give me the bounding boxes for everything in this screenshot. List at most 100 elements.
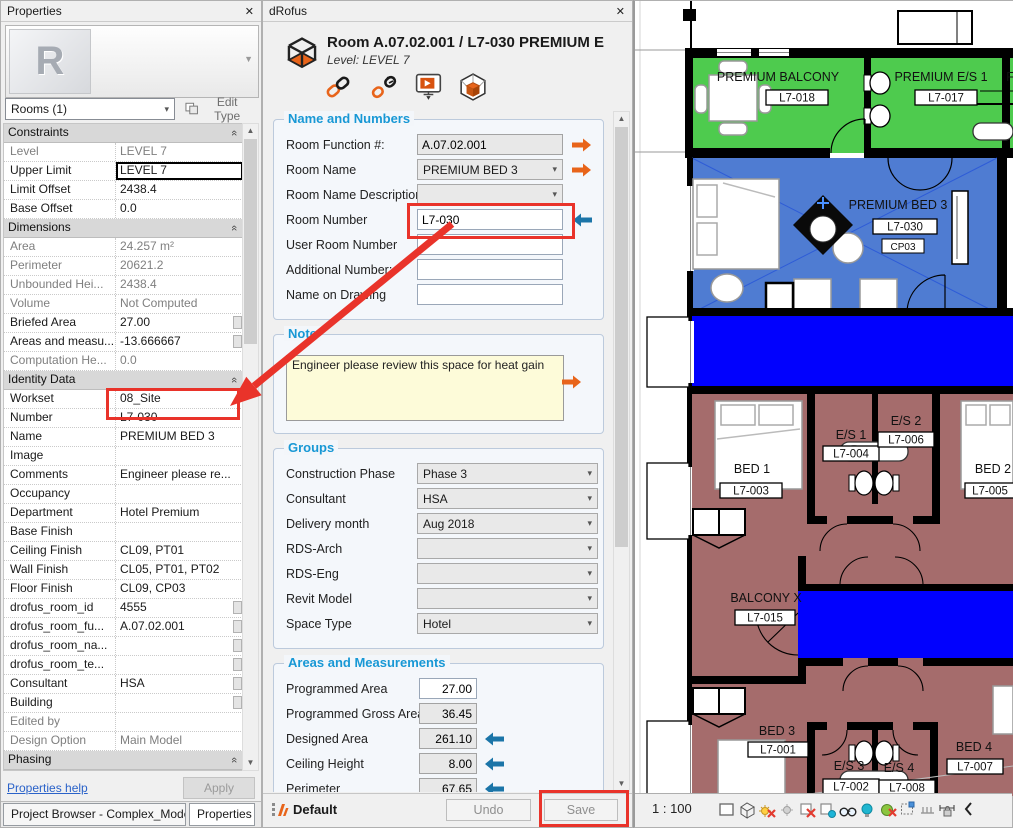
prop-value[interactable]: 27.00: [116, 314, 243, 332]
room-tag-es3[interactable]: L7-002: [833, 782, 869, 794]
visual-style-icon[interactable]: [720, 804, 733, 815]
ellipsis-button[interactable]: [233, 639, 242, 652]
prop-row-computation-he[interactable]: Computation He...0.0: [4, 352, 243, 371]
unlink-icon[interactable]: [369, 74, 399, 100]
push-arrow-icon[interactable]: [572, 138, 592, 152]
ellipsis-button[interactable]: [233, 335, 242, 348]
room-tag-bed2[interactable]: L7-005: [972, 486, 1008, 498]
prop-value[interactable]: [116, 485, 243, 503]
corridor2-region[interactable]: [798, 591, 1013, 658]
field-combo-delivery-month[interactable]: Aug 2018▾: [417, 513, 598, 534]
field-input-perimeter[interactable]: [419, 778, 477, 792]
field-input-ceiling-height[interactable]: [419, 753, 477, 774]
constraints-icon[interactable]: [921, 807, 934, 813]
apply-button[interactable]: Apply: [183, 777, 255, 799]
field-combo-construction-phase[interactable]: Phase 3▾: [417, 463, 598, 484]
prop-value[interactable]: 0.0: [116, 352, 243, 370]
prop-value[interactable]: 24.257 m²: [116, 238, 243, 256]
shadows-off-icon[interactable]: [781, 804, 793, 816]
prop-value[interactable]: Main Model: [116, 732, 243, 750]
graphic-display-icon[interactable]: [741, 803, 754, 818]
room-tag-bed4[interactable]: L7-007: [957, 762, 993, 774]
scrollbar-thumb[interactable]: [615, 127, 628, 547]
collapse-chevron-icon[interactable]: «: [225, 225, 243, 231]
pull-arrow-icon[interactable]: [572, 213, 592, 227]
prop-row-volume[interactable]: VolumeNot Computed: [4, 295, 243, 314]
crop-view-icon[interactable]: [801, 804, 815, 817]
drofus-titlebar[interactable]: dRofus ✕: [263, 1, 632, 22]
room-tag-bed3[interactable]: L7-001: [760, 745, 796, 757]
properties-grid[interactable]: Constraints«LevelLEVEL 7Upper LimitLEVEL…: [3, 123, 244, 771]
ellipsis-button[interactable]: [233, 316, 242, 329]
section-identity-data[interactable]: Identity Data«: [4, 371, 243, 390]
room-tag-balcony-x[interactable]: L7-015: [747, 613, 783, 625]
push-monitor-icon[interactable]: [415, 73, 443, 101]
prop-row-ceiling-finish[interactable]: Ceiling FinishCL09, PT01: [4, 542, 243, 561]
ellipsis-button[interactable]: [233, 620, 242, 633]
prop-value[interactable]: CL05, PT01, PT02: [116, 561, 243, 579]
prop-value[interactable]: [116, 637, 243, 655]
prop-row-number[interactable]: NumberL7-030: [4, 409, 243, 428]
section-dimensions[interactable]: Dimensions«: [4, 219, 243, 238]
prop-row-workset[interactable]: Workset08_Site: [4, 390, 243, 409]
section-constraints[interactable]: Constraints«: [4, 124, 243, 143]
prop-row-department[interactable]: DepartmentHotel Premium: [4, 504, 243, 523]
push-arrow-icon[interactable]: [572, 163, 592, 177]
prop-row-design-option[interactable]: Design OptionMain Model: [4, 732, 243, 751]
field-combo-consultant[interactable]: HSA▾: [417, 488, 598, 509]
scroll-up-icon[interactable]: ▲: [614, 112, 629, 126]
pull-arrow-icon[interactable]: [484, 732, 504, 746]
collapse-chevron-icon[interactable]: «: [225, 377, 243, 383]
prop-value[interactable]: [116, 694, 243, 712]
collapse-chevron-icon[interactable]: «: [225, 130, 243, 136]
prop-value[interactable]: [116, 523, 243, 541]
ellipsis-button[interactable]: [233, 696, 242, 709]
prop-value[interactable]: CL09, CP03: [116, 580, 243, 598]
prop-row-drofus-room-id[interactable]: drofus_room_id4555: [4, 599, 243, 618]
room-tag-premium-bed3[interactable]: L7-030: [887, 222, 923, 234]
worksharing-off-icon[interactable]: [882, 805, 897, 817]
prop-row-occupancy[interactable]: Occupancy: [4, 485, 243, 504]
edit-type-button[interactable]: Edit Type: [179, 98, 257, 120]
prop-value[interactable]: 0.0: [116, 200, 243, 218]
prop-value[interactable]: [116, 447, 243, 465]
prop-row-name[interactable]: NamePREMIUM BED 3: [4, 428, 243, 447]
prop-value[interactable]: HSA: [116, 675, 243, 693]
prop-value[interactable]: LEVEL 7: [116, 162, 243, 180]
room-tag-premium-es1[interactable]: L7-017: [928, 93, 964, 105]
sun-path-off-icon[interactable]: [759, 805, 775, 817]
prop-row-unbounded-hei[interactable]: Unbounded Hei...2438.4: [4, 276, 243, 295]
prop-row-drofus-room-te[interactable]: drofus_room_te...: [4, 656, 243, 675]
field-combo-space-type[interactable]: Hotel▾: [417, 613, 598, 634]
prop-value[interactable]: A.07.02.001: [116, 618, 243, 636]
prop-row-image[interactable]: Image: [4, 447, 243, 466]
field-input-designed-area[interactable]: [419, 728, 477, 749]
save-button[interactable]: Save: [544, 799, 618, 821]
prop-value[interactable]: [116, 656, 243, 674]
prop-value[interactable]: 2438.4: [116, 276, 243, 294]
room-tag-es1[interactable]: L7-004: [833, 449, 869, 461]
scroll-down-icon[interactable]: ▼: [243, 756, 258, 770]
room-tag-es2[interactable]: L7-006: [888, 435, 924, 447]
prop-row-drofus-room-fu[interactable]: drofus_room_fu...A.07.02.001: [4, 618, 243, 637]
chevron-down-icon[interactable]: ▼: [244, 54, 253, 64]
profile-name[interactable]: Default: [293, 802, 337, 817]
prop-row-limit-offset[interactable]: Limit Offset2438.4: [4, 181, 243, 200]
prop-row-building[interactable]: Building: [4, 694, 243, 713]
tab-project-browser[interactable]: Project Browser - Complex_Mode...: [3, 803, 186, 826]
floor-plan[interactable]: PREMIUM BALCONYL7-018PREMIUM E/S 1L7-017…: [635, 1, 1013, 796]
field-combo-room-name[interactable]: PREMIUM BED 3▾: [417, 159, 563, 180]
view-scale[interactable]: 1 : 100: [652, 801, 692, 816]
field-input-additional-number[interactable]: [417, 259, 563, 280]
prop-row-floor-finish[interactable]: Floor FinishCL09, CP03: [4, 580, 243, 599]
field-input-name-on-drawing[interactable]: [417, 284, 563, 305]
tab-properties[interactable]: Properties: [189, 803, 255, 826]
properties-titlebar[interactable]: Properties ✕: [1, 1, 261, 22]
prop-value[interactable]: 08_Site: [116, 390, 243, 408]
field-input-room-number[interactable]: [417, 209, 563, 230]
corridor-region[interactable]: [692, 316, 1013, 386]
prop-value[interactable]: 2438.4: [116, 181, 243, 199]
prop-value[interactable]: [116, 713, 243, 731]
close-icon[interactable]: ✕: [616, 5, 625, 18]
properties-help-link[interactable]: Properties help: [7, 781, 88, 795]
